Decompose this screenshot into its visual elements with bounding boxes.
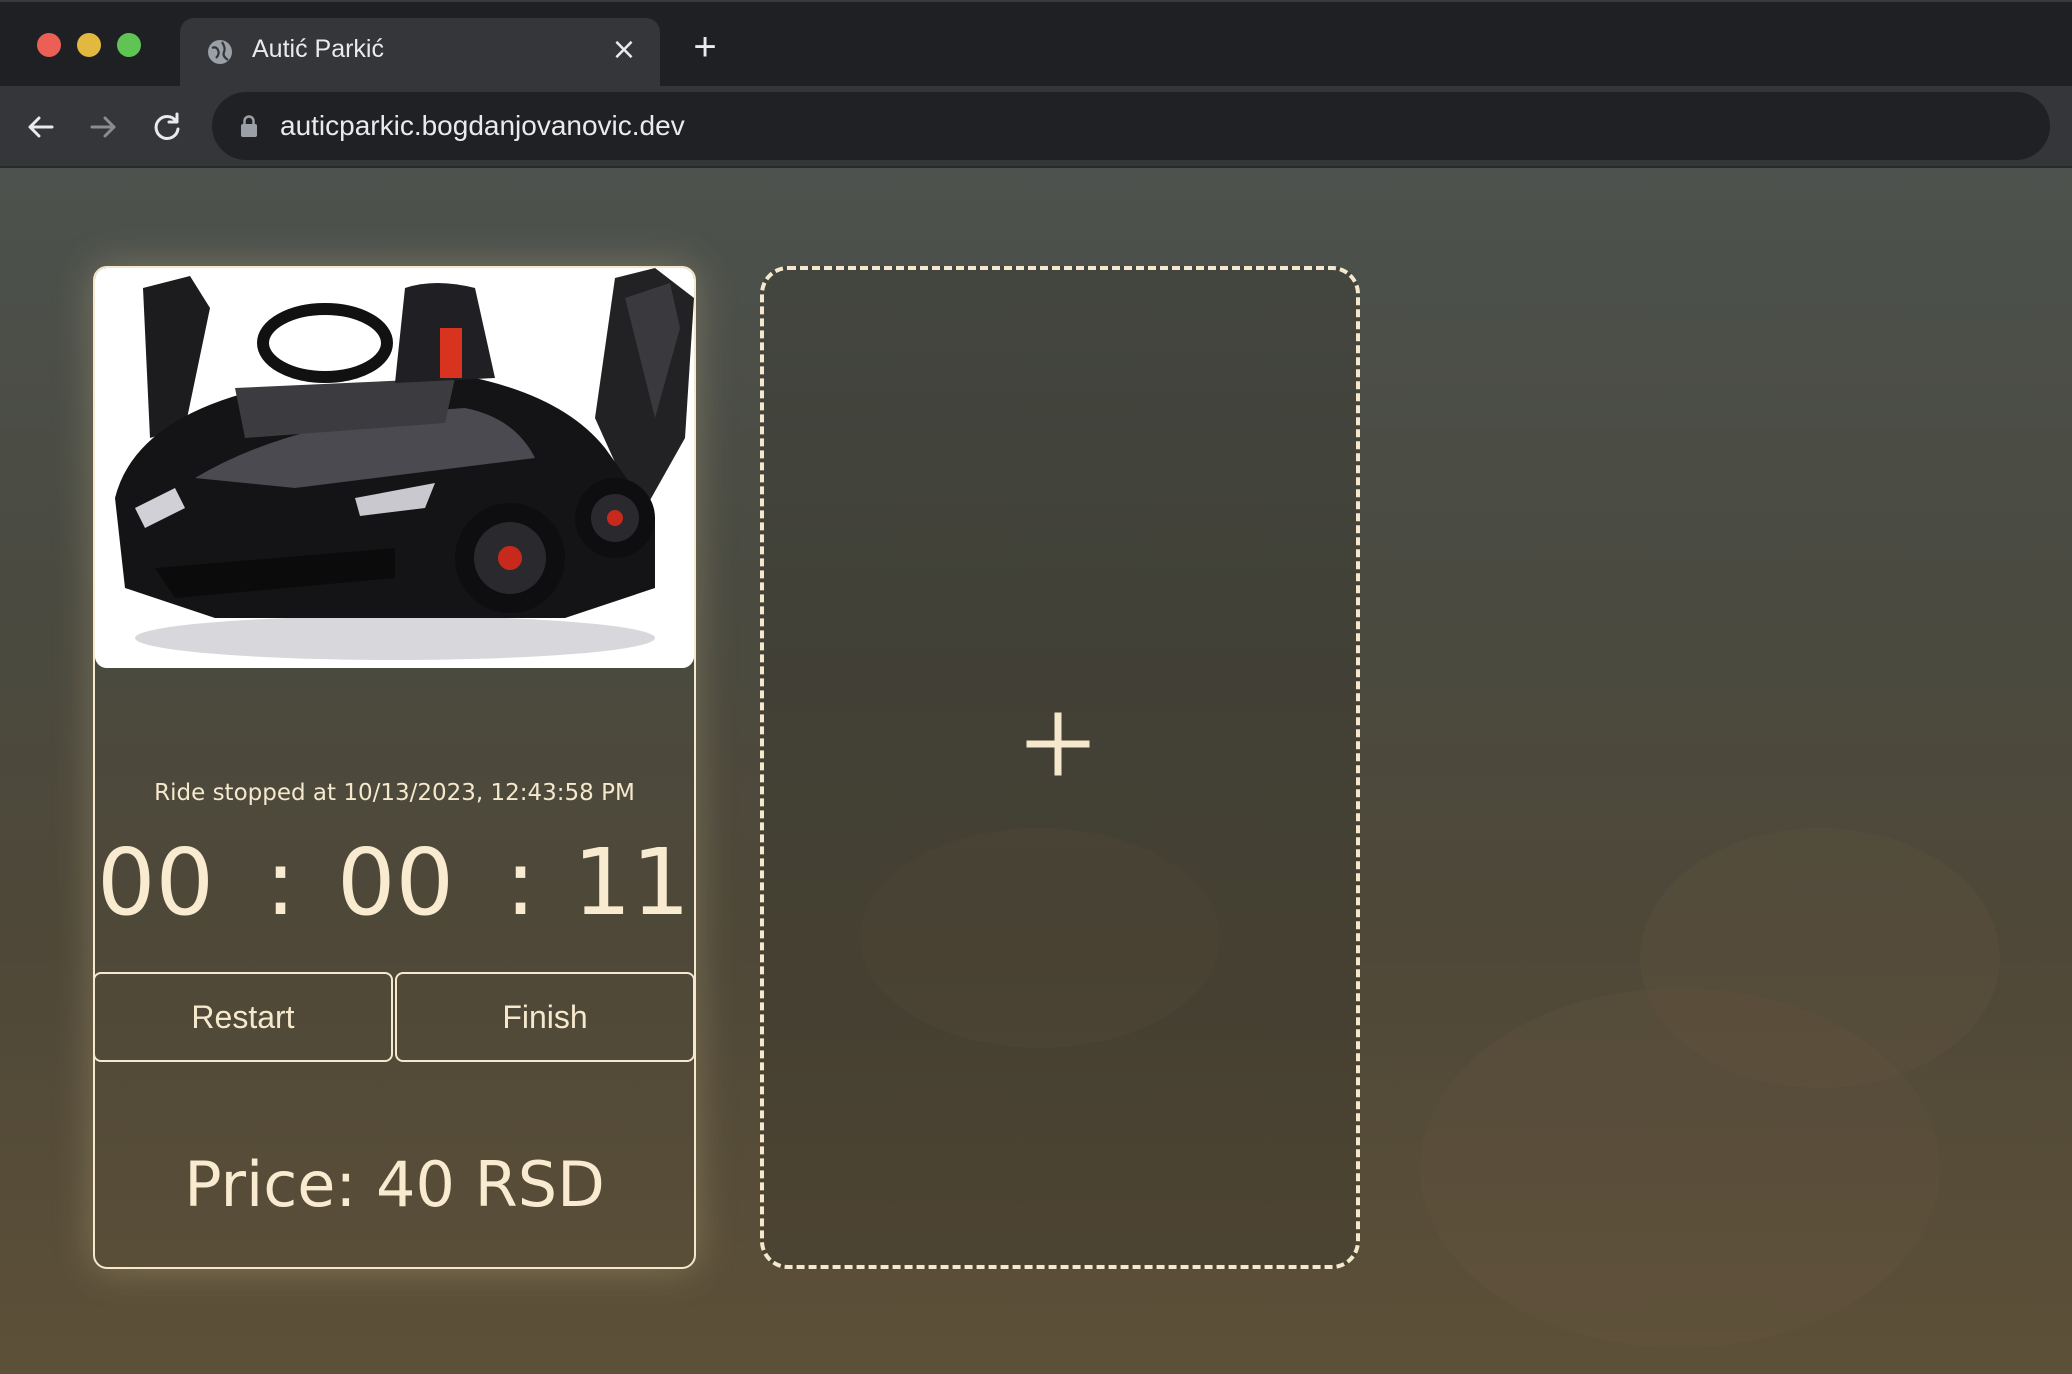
new-tab-button[interactable]: + [688,27,722,67]
forward-arrow-icon[interactable] [84,108,122,146]
url-text: auticparkic.bogdanjovanovic.dev [280,110,685,141]
close-window-button[interactable] [37,33,61,57]
lock-icon [238,114,260,138]
plus-icon [1026,712,1090,776]
maximize-window-button[interactable] [117,33,141,57]
timer-seconds: 11 [573,829,691,936]
timer-minutes: 00 [337,829,455,936]
ride-timer: 00 : 00 : 11 [95,828,694,938]
add-ride-card[interactable] [760,266,1360,1269]
address-bar[interactable]: auticparkic.bogdanjovanovic.dev [212,92,2050,160]
page-background: Ride stopped at 10/13/2023, 12:43:58 PM … [0,168,2072,1374]
close-tab-icon[interactable]: × [608,34,640,66]
ride-status-text: Ride stopped at 10/13/2023, 12:43:58 PM [154,780,635,806]
price-text: Price: 40 RSD [184,1148,605,1221]
minimize-window-button[interactable] [77,33,101,57]
timer-separator: : [505,829,536,936]
timer-separator: : [265,829,296,936]
tab-title: Autić Parkić [252,35,384,63]
browser-titlebar: Autić Parkić × + [0,0,2072,90]
timer-hours: 00 [97,829,215,936]
browser-toolbar: auticparkic.bogdanjovanovic.dev [0,86,2072,168]
ride-actions: Restart Finish [95,972,694,1062]
reload-icon[interactable] [148,108,186,146]
ride-card: Ride stopped at 10/13/2023, 12:43:58 PM … [93,266,696,1269]
restart-button[interactable]: Restart [95,972,393,1062]
ride-on-car-image [95,268,694,668]
browser-tab[interactable]: Autić Parkić × [180,18,660,90]
globe-icon [206,38,234,66]
background-shape [1640,828,2000,1088]
back-arrow-icon[interactable] [22,108,60,146]
finish-button[interactable]: Finish [395,972,694,1062]
